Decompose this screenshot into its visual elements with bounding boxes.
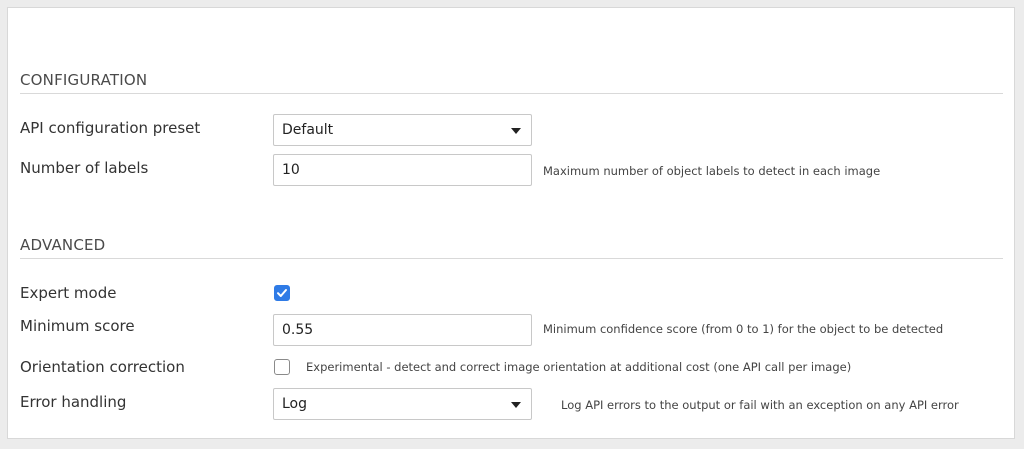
min-score-label: Minimum score xyxy=(20,317,135,335)
api-preset-label: API configuration preset xyxy=(20,119,201,137)
orientation-help: Experimental - detect and correct image … xyxy=(306,360,852,374)
section-header-configuration: CONFIGURATION xyxy=(20,71,1003,94)
chevron-down-icon xyxy=(511,402,521,408)
orientation-checkbox[interactable] xyxy=(274,359,290,375)
expert-mode-checkbox[interactable] xyxy=(274,285,290,301)
error-handling-select[interactable]: Log xyxy=(273,388,532,420)
num-labels-help: Maximum number of object labels to detec… xyxy=(543,164,881,178)
num-labels-value: 10 xyxy=(282,162,300,178)
error-handling-value: Log xyxy=(282,396,308,412)
checkmark-icon xyxy=(277,289,287,297)
min-score-input[interactable]: 0.55 xyxy=(273,314,532,346)
section-header-advanced: ADVANCED xyxy=(20,236,1003,259)
error-handling-label: Error handling xyxy=(20,393,127,411)
chevron-down-icon xyxy=(511,128,521,134)
num-labels-input[interactable]: 10 xyxy=(273,154,532,186)
num-labels-label: Number of labels xyxy=(20,159,149,177)
settings-panel: CONFIGURATION API configuration preset D… xyxy=(7,7,1015,439)
min-score-help: Minimum confidence score (from 0 to 1) f… xyxy=(543,322,944,336)
api-preset-value: Default xyxy=(282,122,334,138)
api-preset-select[interactable]: Default xyxy=(273,114,532,146)
expert-mode-label: Expert mode xyxy=(20,284,117,302)
min-score-value: 0.55 xyxy=(282,322,314,338)
orientation-label: Orientation correction xyxy=(20,358,185,376)
error-handling-help: Log API errors to the output or fail wit… xyxy=(561,398,959,412)
